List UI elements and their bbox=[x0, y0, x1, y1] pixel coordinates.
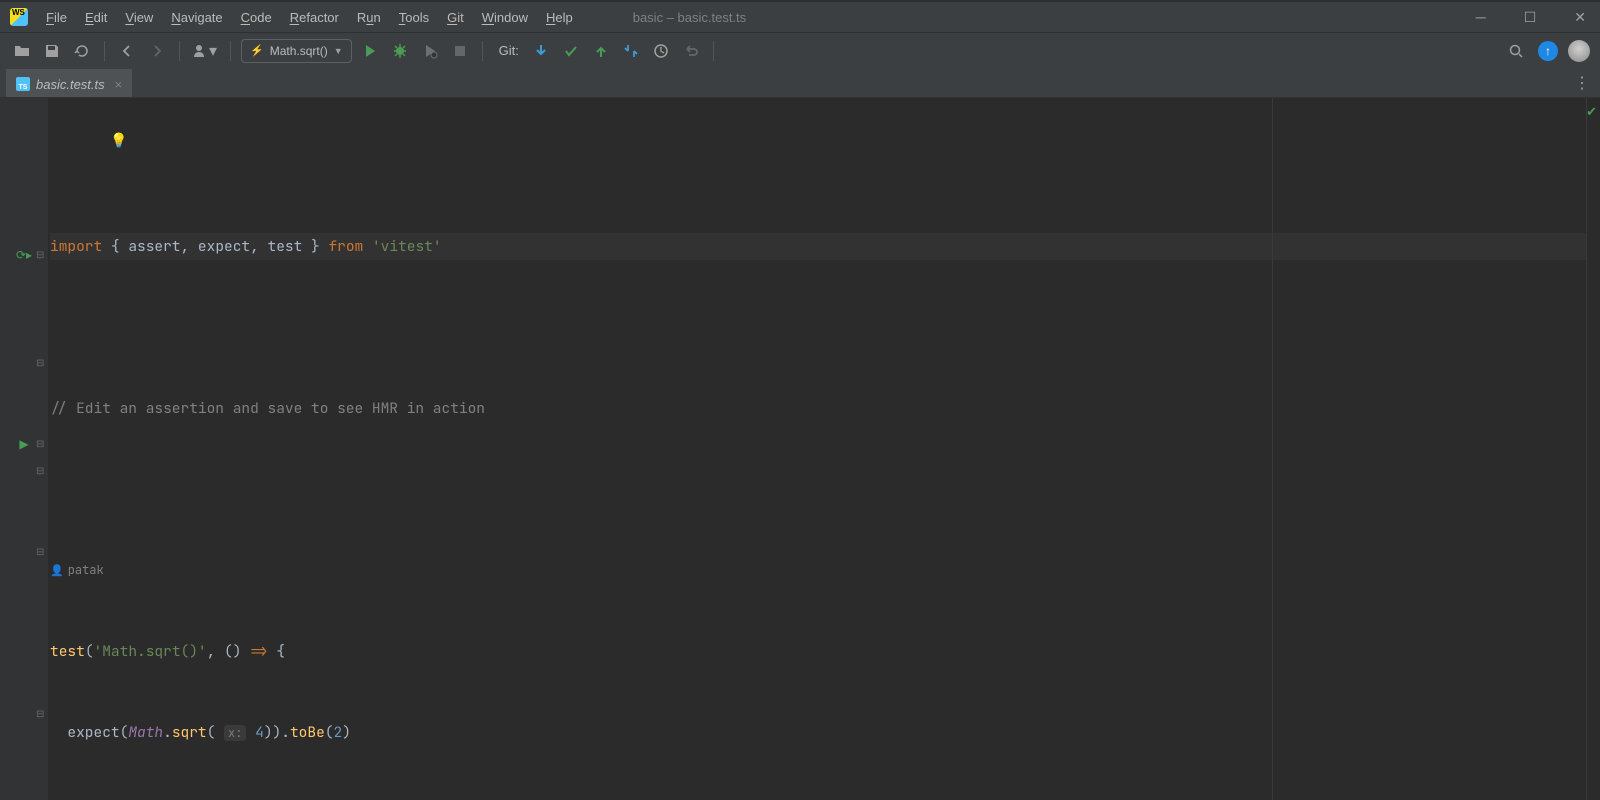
main-menu: File Edit View Navigate Code Refactor Ru… bbox=[46, 10, 573, 25]
save-button[interactable] bbox=[40, 39, 64, 63]
menu-edit[interactable]: Edit bbox=[85, 10, 107, 25]
close-button[interactable]: ✕ bbox=[1570, 5, 1590, 30]
git-push-button[interactable] bbox=[589, 39, 613, 63]
menu-navigate[interactable]: Navigate bbox=[171, 10, 222, 25]
menu-file[interactable]: File bbox=[46, 10, 67, 25]
fold-icon[interactable]: ⊟ bbox=[36, 547, 44, 558]
check-ok-icon[interactable]: ✔ bbox=[1586, 104, 1597, 120]
stop-button[interactable] bbox=[448, 39, 472, 63]
menu-code[interactable]: Code bbox=[241, 10, 272, 25]
git-pull-button[interactable] bbox=[529, 39, 553, 63]
bulb-icon[interactable]: 💡 bbox=[110, 128, 127, 155]
ts-file-icon bbox=[16, 77, 30, 91]
debug-button[interactable] bbox=[388, 39, 412, 63]
run-config-select[interactable]: ⚡ Math.sqrt() ▼ bbox=[241, 39, 352, 63]
app-icon bbox=[10, 8, 28, 26]
tab-more-icon[interactable]: ⋮ bbox=[1574, 73, 1590, 97]
search-button[interactable] bbox=[1504, 39, 1528, 63]
close-tab-icon[interactable]: × bbox=[115, 77, 123, 92]
menu-refactor[interactable]: Refactor bbox=[290, 10, 339, 25]
sync-button[interactable]: ↑ bbox=[1538, 41, 1558, 61]
code-area[interactable]: 💡 import { assert, expect, test } from '… bbox=[48, 98, 1600, 800]
open-button[interactable] bbox=[10, 39, 34, 63]
menu-help[interactable]: Help bbox=[546, 10, 573, 25]
menu-tools[interactable]: Tools bbox=[399, 10, 429, 25]
reload-button[interactable] bbox=[70, 39, 94, 63]
editor[interactable]: ⟳▸ ▶ ⊟ ⊟ ⊟ ⊟ ⊟ ⊟ 💡 import { assert, expe… bbox=[0, 98, 1600, 800]
coverage-button[interactable] bbox=[418, 39, 442, 63]
title-bar: File Edit View Navigate Code Refactor Ru… bbox=[0, 0, 1600, 32]
git-commit-button[interactable] bbox=[559, 39, 583, 63]
run-button[interactable] bbox=[358, 39, 382, 63]
main-toolbar: ▾ ⚡ Math.sqrt() ▼ Git: ↑ bbox=[0, 32, 1600, 68]
window-title: basic – basic.test.ts bbox=[633, 10, 746, 25]
git-update-button[interactable] bbox=[619, 39, 643, 63]
right-margin bbox=[1272, 98, 1273, 800]
menu-git[interactable]: Git bbox=[447, 10, 464, 25]
chevron-down-icon: ▼ bbox=[334, 46, 343, 56]
git-revert-button[interactable] bbox=[679, 39, 703, 63]
tab-label: basic.test.ts bbox=[36, 77, 105, 92]
run-config-label: Math.sqrt() bbox=[270, 44, 328, 58]
maximize-button[interactable]: ☐ bbox=[1520, 5, 1541, 30]
fold-icon[interactable]: ⊟ bbox=[36, 709, 44, 720]
tab-basic-test[interactable]: basic.test.ts × bbox=[6, 69, 132, 97]
menu-window[interactable]: Window bbox=[482, 10, 528, 25]
fold-icon[interactable]: ⊟ bbox=[36, 466, 44, 477]
fold-icon[interactable]: ⊟ bbox=[36, 250, 44, 261]
git-label: Git: bbox=[499, 43, 519, 58]
forward-button[interactable] bbox=[145, 39, 169, 63]
editor-tabs: basic.test.ts × ⋮ bbox=[0, 68, 1600, 98]
avatar[interactable] bbox=[1568, 40, 1590, 62]
run-test-icon[interactable]: ▶ bbox=[19, 437, 28, 451]
menu-run[interactable]: Run bbox=[357, 10, 381, 25]
minimize-button[interactable]: ─ bbox=[1472, 5, 1490, 30]
gutter[interactable]: ⟳▸ ▶ ⊟ ⊟ ⊟ ⊟ ⊟ ⊟ bbox=[0, 98, 48, 800]
bolt-icon: ⚡ bbox=[250, 44, 264, 57]
error-stripe[interactable]: ✔ bbox=[1586, 98, 1600, 800]
fold-icon[interactable]: ⊟ bbox=[36, 439, 44, 450]
user-button[interactable]: ▾ bbox=[190, 39, 220, 63]
fold-icon[interactable]: ⊟ bbox=[36, 358, 44, 369]
git-history-button[interactable] bbox=[649, 39, 673, 63]
back-button[interactable] bbox=[115, 39, 139, 63]
menu-view[interactable]: View bbox=[125, 10, 153, 25]
run-test-icon[interactable]: ⟳▸ bbox=[16, 248, 32, 262]
